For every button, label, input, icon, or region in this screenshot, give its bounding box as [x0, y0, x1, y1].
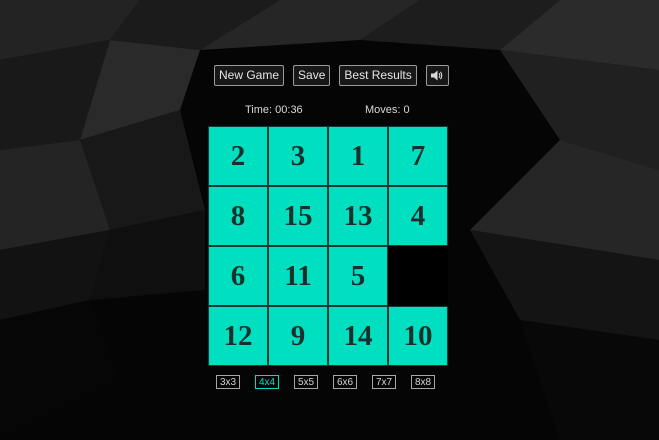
puzzle-tile[interactable]: 5 — [328, 246, 388, 306]
best-results-button[interactable]: Best Results — [339, 65, 417, 86]
sound-toggle-button[interactable] — [425, 65, 449, 86]
puzzle-tile[interactable]: 3 — [268, 126, 328, 186]
size-option-3x3[interactable]: 3x3 — [216, 375, 240, 389]
size-option-8x8[interactable]: 8x8 — [411, 375, 435, 389]
game-container: New Game Save Best Results Time: 00:36 M… — [0, 0, 659, 440]
puzzle-tile[interactable]: 8 — [208, 186, 268, 246]
puzzle-tile[interactable]: 1 — [328, 126, 388, 186]
puzzle-tile[interactable]: 7 — [388, 126, 448, 186]
puzzle-tile[interactable]: 13 — [328, 186, 388, 246]
speaker-icon — [431, 70, 443, 81]
puzzle-tile[interactable]: 12 — [208, 306, 268, 366]
puzzle-tile[interactable]: 6 — [208, 246, 268, 306]
new-game-button[interactable]: New Game — [214, 65, 285, 86]
toolbar: New Game Save Best Results — [214, 64, 449, 87]
puzzle-board: 2 3 1 7 8 15 13 4 6 11 5 12 9 14 10 — [208, 126, 448, 366]
moves-counter: Moves: 0 — [365, 104, 410, 116]
time-display: Time: 00:36 — [245, 104, 303, 116]
puzzle-tile[interactable]: 4 — [388, 186, 448, 246]
board-size-selector: 3x3 4x4 5x5 6x6 7x7 8x8 — [216, 375, 435, 389]
puzzle-tile[interactable]: 14 — [328, 306, 388, 366]
empty-slot — [388, 246, 448, 306]
size-option-5x5[interactable]: 5x5 — [294, 375, 318, 389]
puzzle-tile[interactable]: 9 — [268, 306, 328, 366]
puzzle-tile[interactable]: 10 — [388, 306, 448, 366]
puzzle-tile[interactable]: 15 — [268, 186, 328, 246]
save-button[interactable]: Save — [293, 65, 331, 86]
puzzle-tile[interactable]: 11 — [268, 246, 328, 306]
size-option-7x7[interactable]: 7x7 — [372, 375, 396, 389]
size-option-6x6[interactable]: 6x6 — [333, 375, 357, 389]
puzzle-tile[interactable]: 2 — [208, 126, 268, 186]
size-option-4x4[interactable]: 4x4 — [255, 375, 279, 389]
